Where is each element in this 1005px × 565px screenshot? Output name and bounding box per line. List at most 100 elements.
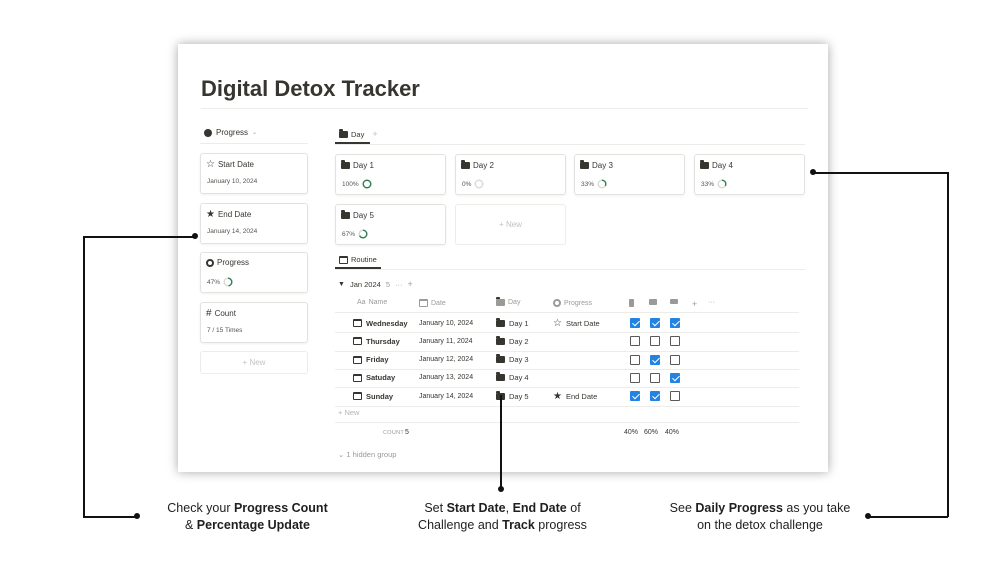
col-header-name[interactable]: Aa Name (357, 299, 387, 306)
progress-card[interactable]: Progress 47% (200, 252, 308, 293)
start-date-card[interactable]: ☆ Start Date January 10, 2024 (200, 153, 308, 194)
col-header-phone[interactable] (629, 299, 634, 307)
group-add-icon[interactable]: + (407, 279, 412, 289)
end-date-title: End Date (217, 210, 252, 219)
gallery-card-title: Day 5 (353, 211, 374, 220)
more-columns-icon[interactable]: ··· (708, 299, 715, 306)
row-checkbox[interactable] (670, 318, 680, 328)
row-checkbox[interactable] (650, 354, 660, 365)
row-checkbox[interactable] (670, 372, 680, 383)
row-checkbox[interactable] (630, 391, 640, 402)
col-header-desktop[interactable] (649, 299, 657, 305)
calendar-icon (353, 392, 362, 401)
gallery-card-day-2[interactable]: Day 2 0% (455, 154, 566, 195)
row-day-cell[interactable]: Day 2 (496, 332, 529, 350)
col-header-date[interactable]: Date (419, 299, 446, 307)
percent-col-1: 40% (624, 429, 639, 436)
row-checkbox[interactable] (670, 391, 680, 402)
row-checkbox[interactable] (650, 372, 660, 383)
tab-day[interactable]: Day + (339, 128, 378, 139)
count-label: COUNT (383, 430, 405, 436)
col-header-laptop[interactable] (670, 299, 678, 304)
gallery-card-pct: 100% (342, 180, 359, 188)
add-view-icon[interactable]: + (372, 129, 377, 139)
folder-icon (496, 372, 505, 382)
gallery-card-title: Day 1 (353, 161, 374, 170)
end-date-card[interactable]: ★ End Date January 14, 2024 (200, 203, 308, 244)
triangle-down-icon[interactable]: ▼ (338, 281, 345, 288)
row-checkbox[interactable] (650, 336, 660, 347)
tab-divider (335, 269, 805, 270)
ann-bold: Start Date (446, 501, 506, 515)
row-name-cell[interactable]: Friday (353, 351, 389, 369)
calendar-icon (353, 373, 362, 382)
table-new-button[interactable]: + New (338, 408, 359, 417)
row-day: Day 2 (509, 336, 529, 346)
row-checkbox[interactable] (670, 336, 680, 347)
folder-icon (700, 160, 709, 169)
folder-icon (580, 160, 589, 169)
progress-view-label: Progress (216, 128, 249, 137)
ann-bold: Progress Count (233, 501, 328, 515)
end-date-value: January 14, 2024 (207, 228, 258, 235)
hidden-group-label: 1 hidden group (346, 450, 397, 459)
row-progress-cell[interactable]: ★ End Date (553, 387, 597, 405)
ann-text: progress (534, 518, 587, 532)
laptop-icon (670, 299, 678, 304)
calendar-icon (353, 355, 362, 364)
row-date: January 11, 2024 (419, 337, 473, 345)
gallery-card-day-1[interactable]: Day 1 100% (335, 154, 446, 195)
ann-text: , (505, 501, 513, 515)
row-name-cell[interactable]: Thursday (353, 332, 400, 350)
group-count: 5 (385, 279, 390, 289)
row-date: January 12, 2024 (419, 356, 474, 364)
row-progress-cell[interactable]: ☆ Start Date (553, 314, 600, 332)
group-more-icon[interactable]: ··· (395, 280, 403, 289)
gallery-card-day-4[interactable]: Day 4 33% (694, 154, 805, 195)
calendar-icon (339, 255, 348, 264)
star-outline-icon: ☆ (206, 159, 215, 170)
row-day-cell[interactable]: Day 3 (496, 351, 529, 369)
row-name-cell[interactable]: Wednesday (353, 314, 408, 332)
annotation-line (813, 172, 948, 174)
folder-icon (341, 160, 350, 169)
folder-icon (496, 317, 505, 327)
header-divider (335, 312, 799, 313)
group-header[interactable]: ▼ Jan 2024 5 ··· + (338, 279, 413, 289)
progress-ring-icon (362, 179, 372, 189)
tab-routine[interactable]: Routine (339, 255, 377, 264)
row-checkbox[interactable] (650, 318, 660, 328)
gallery-card-day-3[interactable]: Day 3 33% (574, 154, 685, 195)
row-name-cell[interactable]: Sunday (353, 387, 393, 405)
gallery-card-day-5[interactable]: Day 5 67% (335, 204, 446, 245)
add-column-icon[interactable]: + (692, 299, 697, 309)
progress-header-divider (200, 143, 308, 144)
row-checkbox[interactable] (630, 336, 640, 347)
row-checkbox[interactable] (630, 354, 640, 365)
gallery-new-button[interactable]: + New (455, 204, 566, 245)
ann-text: Set (424, 501, 447, 515)
gallery-card-pct: 0% (462, 180, 472, 188)
annotation-center: Set Start Date, End Date of Challenge an… (400, 500, 605, 534)
left-new-button[interactable]: + New (200, 351, 308, 374)
row-name-cell[interactable]: Satuday (353, 369, 395, 387)
row-checkbox[interactable] (670, 354, 680, 365)
col-header-day[interactable]: Day (496, 297, 520, 306)
page-title: Digital Detox Tracker (201, 76, 420, 101)
row-day-cell[interactable]: Day 4 (496, 369, 529, 387)
progress-view-header[interactable]: Progress ⌄ (204, 128, 257, 137)
row-checkbox[interactable] (630, 372, 640, 383)
star-icon: ★ (553, 390, 562, 402)
row-checkbox[interactable] (650, 391, 660, 402)
row-day-cell[interactable]: Day 1 (496, 314, 529, 332)
count-card[interactable]: # Count 7 / 15 Times (200, 302, 308, 343)
count-value: 5 (405, 429, 409, 436)
col-header-progress[interactable]: Progress (553, 299, 592, 307)
folder-icon (339, 128, 348, 138)
folder-icon (461, 160, 470, 169)
annotation-left: Check your Progress Count & Percentage U… (150, 500, 345, 534)
star-outline-icon: ☆ (553, 317, 562, 329)
hidden-group-toggle[interactable]: ⌄ 1 hidden group (338, 450, 396, 459)
row-checkbox[interactable] (630, 318, 640, 328)
progress-card-value: 47% (207, 278, 221, 286)
